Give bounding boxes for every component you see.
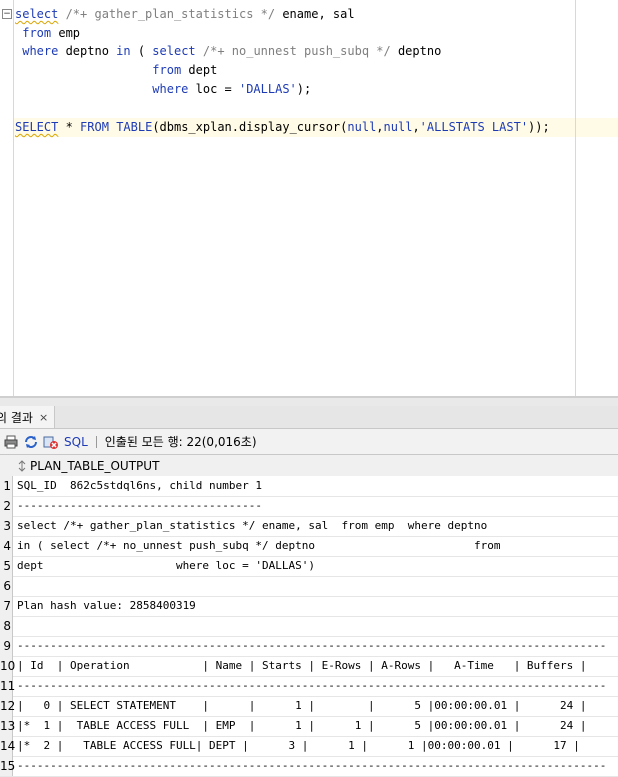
sql-editor[interactable]: − select /*+ gather_plan_statistics */ e…: [0, 0, 618, 397]
code-token: 'ALLSTATS LAST': [419, 120, 529, 134]
table-row[interactable]: 6: [0, 576, 618, 597]
row-number: 5: [0, 556, 13, 576]
plan-output-cell[interactable]: SQL_ID 862c5stdql6ns, child number 1: [17, 476, 262, 496]
table-row[interactable]: 14 |* 2 | TABLE ACCESS FULL| DEPT | 3 | 1…: [0, 736, 618, 757]
sql-link[interactable]: SQL: [64, 435, 88, 449]
table-row[interactable]: 11 --------------------------------------…: [0, 676, 618, 697]
tab-query-result[interactable]: 의 결과 ×: [0, 406, 56, 428]
code-token: ,: [376, 120, 384, 134]
code-token: deptno: [397, 44, 442, 58]
fetch-status: 인출된 모든 행: 22(0,016초): [104, 435, 257, 449]
table-row[interactable]: 12 | 0 | SELECT STATEMENT | | 1 | | 5 |00…: [0, 696, 618, 717]
code-token: select: [15, 7, 59, 21]
row-number: 10: [0, 656, 15, 676]
code-token: null: [347, 120, 377, 134]
plan-output-cell[interactable]: select /*+ gather_plan_statistics */ ena…: [17, 516, 487, 536]
fold-collapse-icon[interactable]: −: [2, 9, 12, 19]
code-token: from: [15, 63, 182, 77]
results-tab-bar: 의 결과 ×: [0, 406, 618, 429]
row-number: 7: [0, 596, 13, 616]
table-row[interactable]: 1 SQL_ID 862c5stdql6ns, child number 1: [0, 476, 618, 497]
plan-output-cell[interactable]: Plan hash value: 2858400319: [17, 596, 196, 616]
code-token: dept: [181, 63, 218, 77]
table-row[interactable]: 5 dept where loc = 'DALLAS'): [0, 556, 618, 577]
code-line[interactable]: where deptno in ( select /*+ no_unnest p…: [15, 42, 441, 61]
code-token: in: [116, 44, 131, 58]
table-row[interactable]: 15 --------------------------------------…: [0, 756, 618, 777]
row-number: 4: [0, 536, 13, 556]
plan-output-cell[interactable]: ----------------------------------------…: [17, 636, 606, 656]
code-token: null: [383, 120, 413, 134]
row-number: 15: [0, 756, 15, 776]
code-line[interactable]: where loc = 'DALLAS');: [15, 80, 311, 99]
table-row[interactable]: 8: [0, 616, 618, 637]
row-number: 9: [0, 636, 13, 656]
editor-right-margin: [575, 0, 576, 396]
table-row[interactable]: 9 ---------------------------------------…: [0, 636, 618, 657]
code-token: deptno: [58, 44, 117, 58]
code-token: loc =: [188, 82, 239, 96]
code-token: *: [58, 120, 81, 134]
plan-output-cell[interactable]: ----------------------------------------…: [17, 676, 606, 696]
column-header-plan-table-output: PLAN_TABLE_OUTPUT: [30, 458, 160, 473]
sort-icon[interactable]: [16, 459, 28, 472]
results-toolbar: SQL 인출된 모든 행: 22(0,016초): [0, 429, 618, 455]
cancel-query-icon[interactable]: [42, 433, 60, 451]
toolbar-separator: [95, 435, 97, 448]
table-row[interactable]: 7 Plan hash value: 2858400319: [0, 596, 618, 617]
row-number: 14: [0, 736, 15, 756]
code-line[interactable]: from emp: [15, 24, 80, 43]
row-number: 11: [0, 676, 15, 696]
results-grid[interactable]: 1 SQL_ID 862c5stdql6ns, child number 1 2 --…: [0, 476, 618, 777]
plan-output-cell[interactable]: ----------------------------------------…: [17, 756, 606, 776]
table-row[interactable]: 10 | Id | Operation | Name | Starts | E-R…: [0, 656, 618, 677]
code-token: );: [296, 82, 312, 96]
code-token: from: [15, 26, 52, 40]
plan-output-cell[interactable]: |* 2 | TABLE ACCESS FULL| DEPT | 3 | 1 |…: [17, 736, 580, 756]
code-token: where: [15, 44, 59, 58]
editor-gutter: −: [0, 0, 14, 396]
code-token: /*+ no_unnest push_subq */: [195, 44, 398, 58]
plan-output-cell[interactable]: |* 1 | TABLE ACCESS FULL | EMP | 1 | 1 |…: [17, 716, 587, 736]
tab-query-result-label: 의 결과: [0, 410, 33, 425]
code-token: ename, sal: [282, 7, 355, 21]
refresh-icon[interactable]: [22, 433, 40, 451]
code-line[interactable]: SELECT * FROM TABLE(dbms_xplan.display_c…: [15, 118, 550, 137]
code-token: FROM: [80, 120, 109, 134]
plan-output-cell[interactable]: | Id | Operation | Name | Starts | E-Row…: [17, 656, 587, 676]
grid-column-header[interactable]: PLAN_TABLE_OUTPUT: [0, 455, 618, 477]
table-row[interactable]: 13 |* 1 | TABLE ACCESS FULL | EMP | 1 | 1…: [0, 716, 618, 737]
code-line[interactable]: select /*+ gather_plan_statistics */ ena…: [15, 5, 355, 24]
print-icon[interactable]: [2, 433, 20, 451]
code-token: ));: [528, 120, 550, 134]
plan-output-cell[interactable]: in ( select /*+ no_unnest push_subq */ d…: [17, 536, 500, 556]
row-number: 12: [0, 696, 15, 716]
code-token: (dbms_xplan.display_cursor(: [152, 120, 348, 134]
code-line[interactable]: from dept: [15, 61, 217, 80]
row-number: 13: [0, 716, 15, 736]
table-row[interactable]: 2 -------------------------------------: [0, 496, 618, 517]
row-number: 1: [0, 476, 13, 496]
code-token: TABLE: [116, 120, 153, 134]
plan-output-cell[interactable]: dept where loc = 'DALLAS'): [17, 556, 315, 576]
code-token: (: [130, 44, 153, 58]
row-number: 6: [0, 576, 13, 596]
row-number: 2: [0, 496, 13, 516]
code-token: emp: [51, 26, 81, 40]
code-token: select: [152, 44, 196, 58]
code-token: ,: [412, 120, 420, 134]
code-token: where: [15, 82, 189, 96]
close-icon[interactable]: ×: [39, 411, 48, 424]
plan-output-cell[interactable]: | 0 | SELECT STATEMENT | | 1 | | 5 |00:0…: [17, 696, 587, 716]
table-row[interactable]: 3 select /*+ gather_plan_statistics */ en…: [0, 516, 618, 537]
code-token: SELECT: [15, 120, 59, 134]
plan-output-cell[interactable]: -------------------------------------: [17, 496, 262, 516]
row-number: 8: [0, 616, 13, 636]
table-row[interactable]: 4 in ( select /*+ no_unnest push_subq */ …: [0, 536, 618, 557]
row-number: 3: [0, 516, 13, 536]
code-token: 'DALLAS': [238, 82, 297, 96]
code-token: /*+ gather_plan_statistics */: [58, 7, 283, 21]
